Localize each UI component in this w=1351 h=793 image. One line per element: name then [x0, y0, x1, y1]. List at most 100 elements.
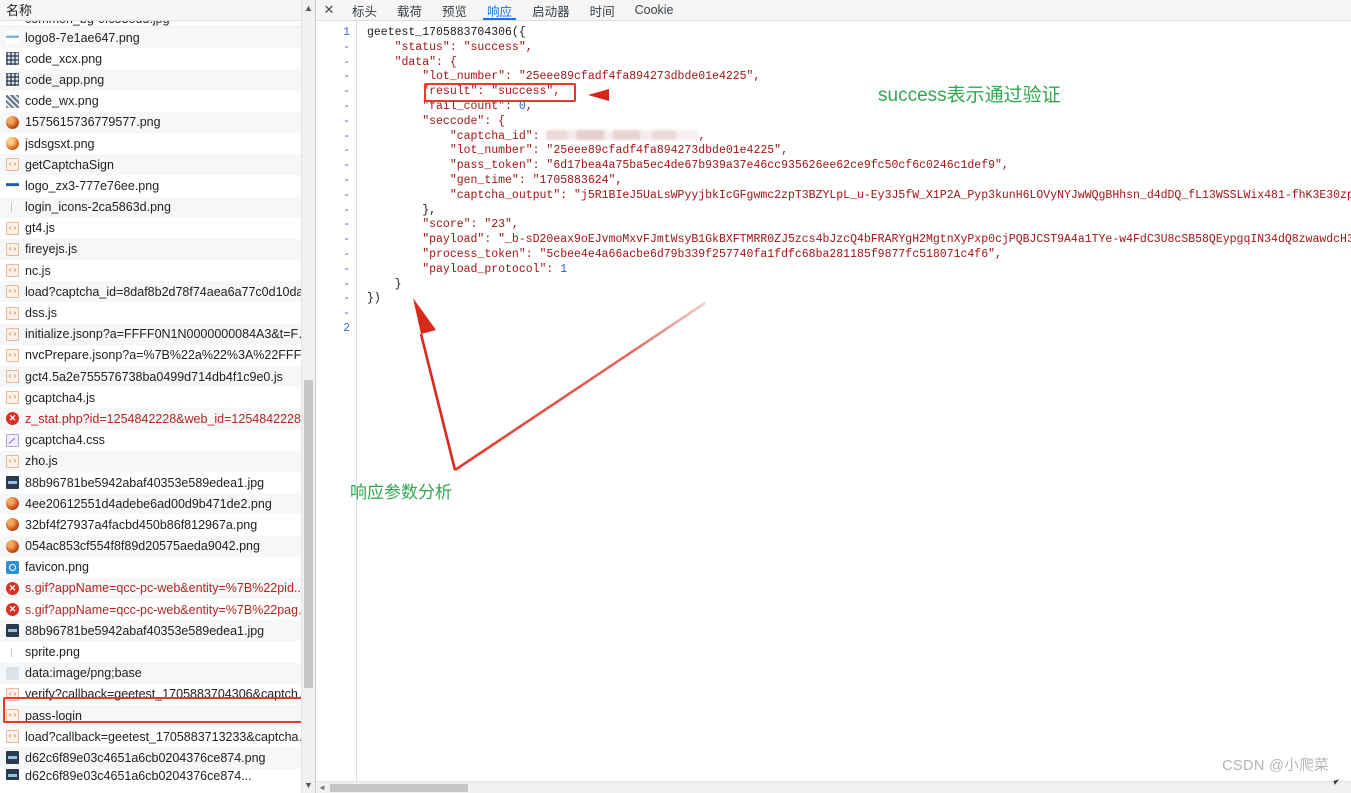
list-item[interactable]: 88b96781be5942abaf40353e589edea1.jpg — [0, 472, 315, 493]
list-item-label: fireyejs.js — [25, 242, 78, 257]
list-item[interactable]: ✕ s.gif?appName=qcc-pc-web&entity=%7B%22p… — [0, 577, 315, 600]
code-line: "captcha_id": , — [367, 129, 706, 143]
list-item[interactable]: ‹› getCaptchaSign — [0, 154, 315, 176]
list-item-label: initialize.jsonp?a=FFFF0N1N0000000084A3&… — [25, 327, 315, 342]
list-item[interactable]: jsdsgsxt.png — [0, 133, 315, 154]
scroll-down-arrow-icon[interactable]: ▼ — [302, 777, 315, 793]
image-thumb-dark-icon — [6, 751, 19, 765]
error-icon: ✕ — [6, 412, 19, 426]
image-thumb-qr-icon — [6, 52, 19, 66]
scrollbar-thumb[interactable] — [304, 380, 313, 688]
script-icon: ‹› — [6, 306, 19, 320]
list-item[interactable]: sprite.png — [0, 641, 315, 662]
response-body-viewer[interactable]: 1-------------------2 geetest_1705883704… — [316, 21, 1351, 781]
scroll-left-arrow-icon[interactable]: ◄ — [318, 782, 326, 793]
list-item[interactable]: ✕ z_stat.php?id=1254842228&web_id=1254842… — [0, 408, 315, 430]
list-item[interactable]: 1575615736779577.png — [0, 111, 315, 133]
list-item[interactable]: login_icons-2ca5863d.png — [0, 196, 315, 218]
list-item-label: 054ac853cf554f8f89d20575aeda9042.png — [25, 539, 260, 554]
list-item[interactable]: ‹› fireyejs.js — [0, 238, 315, 261]
request-list[interactable]: common_bg-0fc53edd.jpg logo8-7e1ae647.png… — [0, 21, 315, 793]
script-icon: ‹› — [6, 709, 19, 723]
tab-启动器[interactable]: 启动器 — [522, 0, 580, 20]
list-item[interactable]: ‹› nc.js — [0, 260, 315, 281]
list-item[interactable]: code_app.png — [0, 69, 315, 91]
list-item-label: logo8-7e1ae647.png — [25, 30, 140, 45]
list-item[interactable]: ‹› initialize.jsonp?a=FFFF0N1N0000000084A… — [0, 323, 315, 345]
line-number: - — [343, 159, 350, 173]
list-item[interactable]: code_wx.png — [0, 91, 315, 112]
image-thumb-circle-gray-icon — [6, 518, 19, 532]
list-item-label: data:image/png;base — [25, 666, 142, 681]
script-icon: ‹› — [6, 264, 19, 278]
hscrollbar-thumb[interactable] — [330, 784, 468, 792]
response-json-code[interactable]: geetest_1705883704306({ "status": "succe… — [357, 21, 1351, 781]
tab-预览[interactable]: 预览 — [432, 0, 477, 20]
list-item[interactable]: ‹› pass-login — [0, 705, 315, 727]
scroll-up-arrow-icon[interactable]: ▲ — [302, 0, 315, 16]
file-list-vertical-scrollbar[interactable]: ▲ ▼ — [301, 0, 315, 793]
tab-Cookie[interactable]: Cookie — [625, 0, 684, 20]
list-item[interactable]: ‹› load?callback=geetest_1705883713233&ca… — [0, 726, 315, 747]
line-number: - — [343, 277, 350, 291]
tab-标头[interactable]: 标头 — [342, 0, 387, 20]
image-thumb-circle-orange-icon — [6, 137, 19, 151]
favicon-icon — [6, 560, 19, 574]
image-thumb-circle-gray-icon — [6, 539, 19, 553]
line-number: - — [343, 144, 350, 158]
list-item-label: gcaptcha4.js — [25, 390, 96, 405]
list-item[interactable]: logo8-7e1ae647.png — [0, 27, 315, 49]
list-item[interactable]: 054ac853cf554f8f89d20575aeda9042.png — [0, 535, 315, 557]
list-item-label: nvcPrepare.jsonp?a=%7B%22a%22%3A%22FFFF0… — [25, 348, 315, 363]
csdn-watermark: CSDN @小爬菜 — [1222, 758, 1329, 774]
code-line: } — [367, 277, 402, 291]
code-line: "lot_number": "25eee89cfadf4fa894273dbde… — [367, 70, 761, 84]
tab-响应[interactable]: 响应 — [477, 0, 522, 20]
list-item[interactable]: data:image/png;base — [0, 662, 315, 684]
code-line: "captcha_output": "j5R1BIeJ5UaLsWPyyjbkI… — [367, 188, 1351, 202]
response-horizontal-scrollbar[interactable]: ◄ — [316, 781, 1351, 793]
list-item[interactable]: ‹› gt4.js — [0, 218, 315, 239]
list-item[interactable]: ‹› gcaptcha4.js — [0, 387, 315, 408]
list-item-label: s.gif?appName=qcc-pc-web&entity=%7B%22pi… — [25, 581, 305, 596]
list-item-label: nc.js — [25, 263, 51, 278]
line-number: - — [343, 262, 350, 276]
list-item[interactable]: ‹› zho.js — [0, 450, 315, 472]
list-item[interactable]: logo_zx3-777e76ee.png — [0, 175, 315, 196]
list-item-label: d62c6f89e03c4651a6cb0204376ce874... — [25, 768, 252, 780]
image-thumb-qr2-icon — [6, 94, 19, 108]
list-item[interactable]: favicon.png — [0, 557, 315, 578]
list-item-label: code_app.png — [25, 72, 105, 87]
list-item[interactable]: 4ee20612551d4adebe6ad00d9b471de2.png — [0, 493, 315, 515]
script-icon: ‹› — [6, 242, 19, 256]
list-item-label: 32bf4f27937a4facbd450b86f812967a.png — [25, 517, 258, 532]
network-request-list-panel: 名称 common_bg-0fc53edd.jpg logo8-7e1ae647.… — [0, 0, 316, 793]
column-header-name: 名称 — [0, 0, 315, 21]
list-item[interactable]: ‹› nvcPrepare.jsonp?a=%7B%22a%22%3A%22FFF… — [0, 345, 315, 366]
list-item[interactable]: ‹› gct4.5a2e755576738ba0499d714db4f1c9e0.… — [0, 366, 315, 388]
list-item-label: load?callback=geetest_1705883713233&capt… — [25, 729, 315, 744]
code-line: "seccode": { — [367, 114, 506, 128]
detail-tabbar: ✕ 标头 载荷 预览 响应 启动器 时间 Cookie — [316, 0, 1351, 21]
list-item-label: zho.js — [25, 454, 58, 469]
image-thumb-circle-red-icon — [6, 115, 19, 129]
list-item-label: login_icons-2ca5863d.png — [25, 200, 171, 215]
line-number: - — [343, 40, 350, 54]
line-number: - — [343, 173, 350, 187]
list-item[interactable]: 88b96781be5942abaf40353e589edea1.jpg — [0, 620, 315, 642]
close-icon[interactable]: ✕ — [316, 0, 342, 20]
list-item[interactable]: ✕ s.gif?appName=qcc-pc-web&entity=%7B%22p… — [0, 599, 315, 620]
list-item[interactable]: d62c6f89e03c4651a6cb0204376ce874.png — [0, 747, 315, 769]
list-item[interactable]: ‹› load?captcha_id=8daf8b2d78f74aea6a77c0… — [0, 281, 315, 303]
list-item-label: sprite.png — [25, 645, 80, 660]
list-item[interactable]: d62c6f89e03c4651a6cb0204376ce874... — [0, 768, 315, 780]
list-item-label: getCaptchaSign — [25, 157, 114, 172]
list-item[interactable]: gcaptcha4.css — [0, 430, 315, 451]
tab-载荷[interactable]: 载荷 — [387, 0, 432, 20]
list-item[interactable]: code_xcx.png — [0, 48, 315, 69]
list-item[interactable]: ‹› verify?callback=geetest_1705883704306&… — [0, 684, 315, 705]
list-item[interactable]: 32bf4f27937a4facbd450b86f812967a.png — [0, 514, 315, 535]
list-item[interactable]: ‹› dss.js — [0, 302, 315, 323]
tab-时间[interactable]: 时间 — [580, 0, 625, 20]
line-number-gutter: 1-------------------2 — [316, 21, 357, 781]
